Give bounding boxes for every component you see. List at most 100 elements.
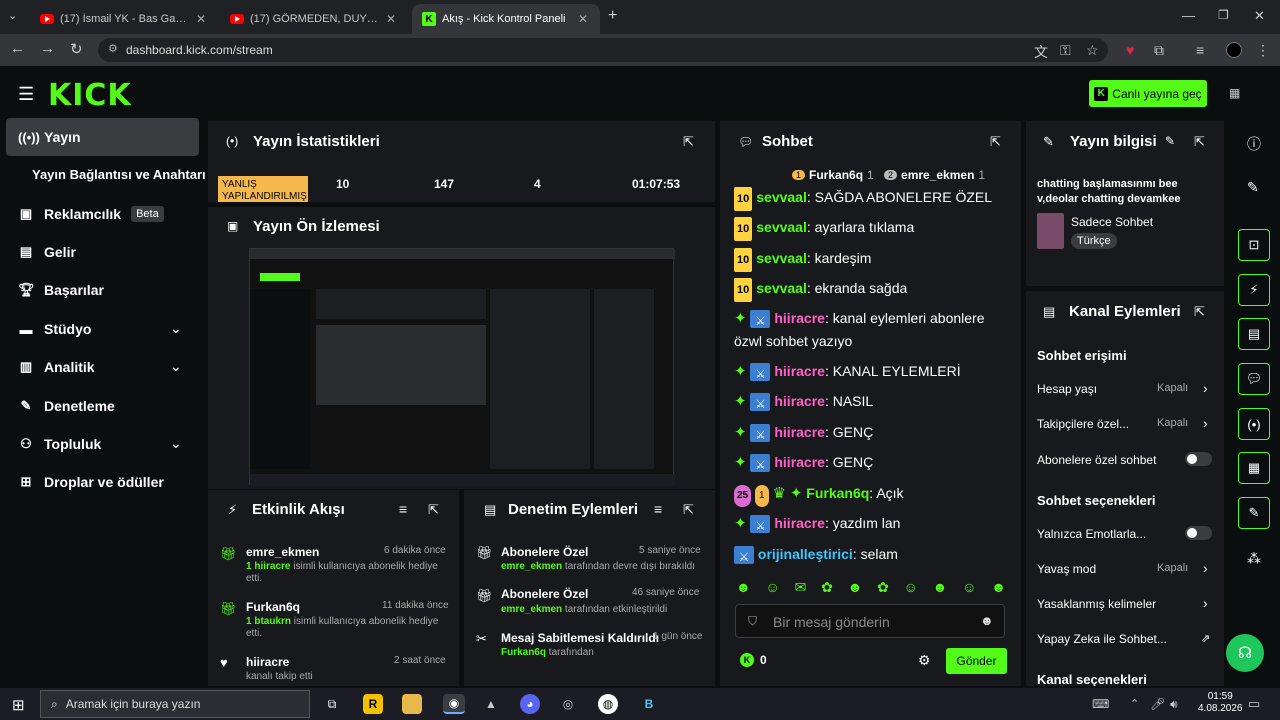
kicks-icon[interactable]: K <box>740 653 754 667</box>
sidebar-item-stream-key[interactable]: Yayın Bağlantısı ve Anahtarı <box>32 167 206 182</box>
stream-preview-video[interactable] <box>249 248 675 486</box>
emoji-picker-icon[interactable]: ☻ <box>980 613 994 628</box>
chevron-right-icon[interactable]: › <box>1203 415 1208 431</box>
emote-icon[interactable]: ☻ <box>991 579 1006 599</box>
volume-icon[interactable]: 🔊︎ <box>1170 697 1178 712</box>
chevron-right-icon[interactable]: › <box>1203 380 1208 396</box>
emote-only-toggle[interactable] <box>1185 526 1212 540</box>
windows-start-icon[interactable]: ⊞ <box>12 696 25 714</box>
hamburger-menu-icon[interactable]: ☰ <box>18 84 34 105</box>
chat-message[interactable]: ✦ ⚔ hiiracre: GENÇ <box>734 421 873 444</box>
info-icon[interactable]: ⓘ <box>1247 134 1261 154</box>
top-gifter-1[interactable]: 1 Furkan6q 1 <box>792 168 874 182</box>
top-gifter-2[interactable]: 2 emre_ekmen 1 <box>884 168 985 182</box>
discord-icon[interactable]: ◕ <box>520 694 540 714</box>
setting-banned-words[interactable]: Yasaklanmış kelimeler <box>1037 597 1156 611</box>
media-control-icon[interactable]: ≡ <box>1196 42 1204 58</box>
browser-tab-3[interactable]: K Akış - Kick Kontrol Paneli ✕ <box>412 4 600 34</box>
chat-message[interactable]: ✦ ⚔ hiiracre: yazdım lan <box>734 512 900 535</box>
edit-pencil-icon[interactable]: ✎ <box>1165 134 1175 148</box>
emote-icon[interactable]: ☻ <box>933 579 948 599</box>
popout-icon[interactable]: ⇱ <box>683 134 694 150</box>
chevron-down-icon[interactable]: ⌄ <box>170 320 182 337</box>
rail-camera-button[interactable]: ⊡ <box>1238 229 1270 261</box>
forward-icon[interactable]: → <box>40 40 55 57</box>
bookmark-star-icon[interactable]: ☆ <box>1086 42 1099 59</box>
filter-icon[interactable]: ≡ <box>399 501 407 517</box>
emote-icon[interactable]: ✉ <box>795 579 807 599</box>
rail-mod-button[interactable]: ▦ <box>1238 452 1270 484</box>
popout-icon[interactable]: ⇱ <box>990 134 1001 150</box>
close-icon[interactable]: ✕ <box>578 12 588 26</box>
rail-document-button[interactable]: ▤ <box>1238 318 1270 350</box>
task-view-icon[interactable]: ⧉ <box>322 694 342 714</box>
file-explorer-icon[interactable] <box>402 694 422 714</box>
chevron-down-icon[interactable]: ⌄ <box>170 435 182 452</box>
clock[interactable]: 01:59 4.08.2026 <box>1198 691 1243 715</box>
app-icon[interactable]: ▲ <box>481 694 501 714</box>
sidebar-item-analytics[interactable]: ▥ Analitik <box>18 359 95 375</box>
chat-message[interactable]: ✦ ⚔ hiiracre: NASIL <box>734 390 873 413</box>
chat-message[interactable]: ✦ ⚔ hiiracre: KANAL EYLEMLERİ <box>734 360 961 383</box>
taskbar-search[interactable]: ⌕ Aramak için buraya yazın <box>40 690 310 718</box>
chat-message[interactable]: 10 sevvaal: SAĞDA ABONELERE ÖZEL <box>734 186 992 211</box>
sidebar-item-moderation[interactable]: ✎ Denetleme <box>18 398 115 414</box>
emote-icon[interactable]: ☻ <box>736 579 751 599</box>
tray-chevron-icon[interactable]: ⌃ <box>1130 697 1139 710</box>
sidebar-item-stream[interactable]: ((•)) Yayın <box>18 129 81 145</box>
setting-ai-chat[interactable]: Yapay Zeka ile Sohbet... <box>1037 632 1167 646</box>
notifications-icon[interactable]: ▭ <box>1248 696 1260 712</box>
chat-message[interactable]: ✦ ⚔ hiiracre: GENÇ <box>734 451 873 474</box>
chat-message[interactable]: 10 sevvaal: kardeşim <box>734 247 871 272</box>
minimize-icon[interactable]: — <box>1182 8 1195 23</box>
go-live-button[interactable]: K Canlı yayına geç <box>1089 80 1207 107</box>
category-thumbnail[interactable] <box>1037 213 1064 249</box>
chat-message[interactable]: ⚔ orijinalleştirici: selam <box>734 543 898 565</box>
rail-chat-button[interactable]: 💬︎ <box>1238 363 1270 395</box>
app-icon[interactable]: R <box>363 694 383 714</box>
obs-icon[interactable]: ◍ <box>598 694 618 714</box>
chevron-down-icon[interactable]: ⌄ <box>170 358 182 375</box>
browser-tab-1[interactable]: (17) İsmail YK - Bas Gaza (Offici ✕ <box>30 4 218 34</box>
support-headset-button[interactable]: ☊ <box>1226 634 1264 672</box>
profile-avatar[interactable] <box>1226 42 1242 58</box>
popout-icon[interactable]: ⇱ <box>683 502 694 518</box>
filter-icon[interactable]: ≡ <box>654 501 662 517</box>
sidebar-item-revenue[interactable]: ▤ Gelir <box>18 244 76 260</box>
microphone-icon[interactable]: 🎤︎ <box>1150 697 1165 711</box>
emote-icon[interactable]: ☺ <box>904 579 918 599</box>
new-tab-button[interactable]: + <box>608 7 617 25</box>
sidebar-item-community[interactable]: ⚇ Topluluk <box>18 436 101 452</box>
edit-pencil-icon[interactable]: ✎ <box>1247 179 1259 196</box>
steam-icon[interactable]: ◎ <box>558 694 578 714</box>
site-info-icon[interactable]: ⚙ <box>108 42 118 55</box>
window-close-icon[interactable]: ✕ <box>1254 8 1265 24</box>
layout-grid-icon[interactable]: ▦ <box>1229 86 1240 100</box>
event-user[interactable]: Furkan6q <box>246 600 300 614</box>
chat-message[interactable]: 25 1 ♛ ✦ Furkan6q: Açık <box>734 482 904 507</box>
keyboard-icon[interactable]: ⌨ <box>1092 697 1109 711</box>
gear-icon[interactable]: ⚙ <box>918 652 931 669</box>
chat-message[interactable]: ✦ ⚔ hiiracre: kanal eylemleri abonlere ö… <box>734 307 1004 352</box>
emote-icon[interactable]: ✿ <box>877 579 889 599</box>
close-icon[interactable]: ✕ <box>386 12 396 26</box>
maximize-icon[interactable]: ❐ <box>1218 8 1229 22</box>
sidebar-item-achievements[interactable]: 🏆︎ Başarılar <box>18 282 104 298</box>
setting-account-age[interactable]: Hesap yaşı <box>1037 382 1097 396</box>
reload-icon[interactable]: ↻ <box>70 40 83 58</box>
emote-icon[interactable]: ☺ <box>766 579 780 599</box>
subscribers-only-toggle[interactable] <box>1185 452 1212 466</box>
setting-followers-only[interactable]: Takipçilere özel... <box>1037 417 1129 431</box>
rail-lightning-button[interactable]: ⚡︎ <box>1238 274 1270 306</box>
tab-list-icon[interactable]: ⌄ <box>8 9 17 22</box>
address-bar[interactable]: ⚙ dashboard.kick.com/stream <box>98 38 1108 62</box>
rail-wrench-button[interactable]: ✎ <box>1238 497 1270 529</box>
chevron-right-icon[interactable]: › <box>1203 595 1208 611</box>
setting-slow-mode[interactable]: Yavaş mod <box>1037 562 1096 576</box>
popout-icon[interactable]: ⇱ <box>428 502 439 518</box>
browser-tab-2[interactable]: (17) GÖRMEDEN, DUYMADAN ✕ <box>220 4 410 34</box>
emote-icon[interactable]: ☺ <box>962 579 976 599</box>
external-link-icon[interactable]: ⇗ <box>1201 632 1210 645</box>
chevron-right-icon[interactable]: › <box>1203 560 1208 576</box>
chrome-icon[interactable]: ◉ <box>443 694 465 714</box>
